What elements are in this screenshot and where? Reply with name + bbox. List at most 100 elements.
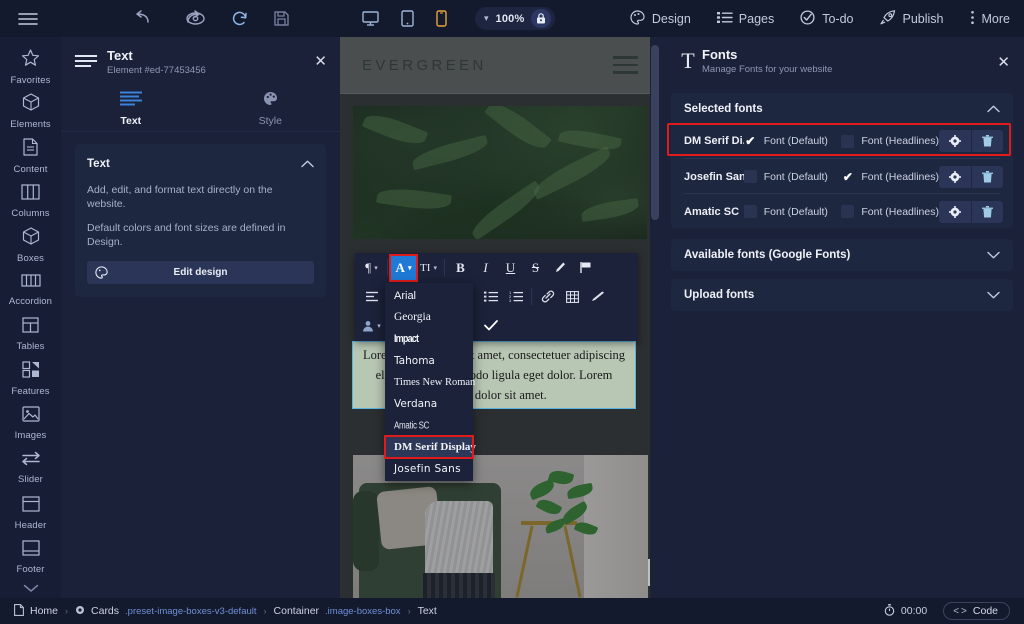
box-icon [22, 227, 40, 250]
sidebar-item-tables[interactable]: Tables [0, 312, 61, 357]
close-icon[interactable]: ✕ [314, 54, 327, 69]
tab-style[interactable]: Style [201, 87, 341, 131]
tablet-icon[interactable] [401, 10, 414, 27]
close-icon[interactable]: ✕ [997, 53, 1010, 71]
font-headlines-checkbox[interactable] [841, 205, 854, 218]
selected-fonts-header[interactable]: Selected fonts [671, 93, 1013, 124]
available-fonts-section[interactable]: Available fonts (Google Fonts) [671, 239, 1013, 271]
table-icon[interactable] [560, 285, 585, 309]
save-disk-icon[interactable] [274, 11, 289, 26]
font-option-times-new-roman[interactable]: Times New Roman [385, 371, 473, 393]
flag-icon[interactable] [573, 256, 598, 280]
sidebar-item-footer[interactable]: Footer [0, 535, 61, 580]
highlighter-icon[interactable] [548, 256, 573, 280]
trash-icon[interactable] [971, 166, 1003, 188]
italic-icon[interactable]: I [473, 256, 498, 280]
default-toggle-group[interactable]: Font (Default) [744, 170, 842, 183]
sidebar-item-boxes[interactable]: Boxes [0, 223, 61, 268]
code-button[interactable]: < > Code [943, 602, 1010, 620]
breadcrumb-label: Cards [91, 605, 119, 617]
mobile-phone-icon[interactable] [436, 10, 447, 27]
chevron-down-icon[interactable] [987, 246, 1000, 264]
monitor-icon[interactable] [362, 11, 379, 26]
link-icon[interactable] [535, 285, 560, 309]
bullet-list-icon[interactable] [478, 285, 503, 309]
lock-icon[interactable] [531, 9, 551, 28]
more-button[interactable]: More [970, 10, 1010, 28]
sidebar-item-header[interactable]: Header [0, 491, 61, 536]
zoom-control[interactable]: ▾ 100% [475, 7, 555, 30]
eraser-icon[interactable] [585, 285, 610, 309]
publish-button[interactable]: Publish [880, 10, 944, 28]
font-option-amatic-sc[interactable]: Amatic SC [385, 415, 473, 437]
available-fonts-header[interactable]: Available fonts (Google Fonts) [671, 239, 1013, 271]
font-headlines-checkbox[interactable] [841, 135, 854, 148]
check-icon[interactable] [478, 314, 503, 338]
font-size-icon[interactable]: TI▾ [416, 256, 441, 280]
breadcrumb-item-text[interactable]: Text [418, 605, 437, 617]
breadcrumb-item-home[interactable]: Home [14, 604, 58, 619]
todo-label: To-do [822, 12, 853, 26]
font-default-checkbox[interactable]: ✔ [744, 135, 757, 148]
paragraph-icon[interactable]: ¶▾ [359, 256, 384, 280]
refresh-icon[interactable] [231, 11, 248, 27]
trash-icon[interactable] [971, 130, 1003, 152]
numbered-list-icon[interactable]: 123 [503, 285, 528, 309]
default-toggle-group[interactable]: ✔ Font (Default) [744, 135, 842, 148]
upload-fonts-section[interactable]: Upload fonts [671, 279, 1013, 311]
undo-arrow-icon[interactable] [134, 12, 151, 25]
todo-button[interactable]: To-do [800, 10, 853, 28]
chevron-up-icon[interactable] [301, 155, 314, 173]
gear-icon[interactable] [939, 166, 971, 188]
font-option-josefin-sans[interactable]: Josefin Sans [385, 458, 473, 480]
breadcrumb-item-container[interactable]: Container .image-boxes-box [274, 605, 401, 617]
sidebar-item-elements[interactable]: Elements [0, 90, 61, 135]
font-option-georgia[interactable]: Georgia [385, 307, 473, 329]
sidebar-item-columns[interactable]: Columns [0, 179, 61, 224]
design-button[interactable]: Design [630, 10, 691, 28]
pages-button[interactable]: Pages [717, 11, 774, 27]
font-family-icon[interactable]: A▾ [391, 256, 416, 280]
underline-icon[interactable]: U [498, 256, 523, 280]
sidebar-item-features[interactable]: Features [0, 357, 61, 402]
gear-icon[interactable] [939, 130, 971, 152]
headlines-toggle-group[interactable]: Font (Headlines) [841, 135, 939, 148]
align-icon[interactable] [359, 285, 384, 309]
font-headlines-checkbox[interactable]: ✔ [841, 170, 854, 183]
headlines-toggle-group[interactable]: Font (Headlines) [841, 205, 939, 218]
bold-icon[interactable]: B [448, 256, 473, 280]
headlines-toggle-group[interactable]: ✔ Font (Headlines) [841, 170, 939, 183]
strikethrough-icon[interactable]: S [523, 256, 548, 280]
chevron-down-icon[interactable] [23, 580, 39, 598]
hamburger-icon[interactable] [613, 56, 638, 74]
scrollbar-thumb[interactable] [651, 45, 659, 220]
upload-fonts-header[interactable]: Upload fonts [671, 279, 1013, 311]
font-default-checkbox[interactable] [744, 205, 757, 218]
trash-icon[interactable] [971, 201, 1003, 223]
sidebar-item-slider[interactable]: Slider [0, 446, 61, 491]
default-toggle-group[interactable]: Font (Default) [744, 205, 842, 218]
gear-icon[interactable] [939, 201, 971, 223]
edit-design-button[interactable]: Edit design [87, 261, 314, 284]
sidebar-item-images[interactable]: Images [0, 402, 61, 447]
breadcrumb-item-cards[interactable]: Cards .preset-image-boxes-v3-default [75, 605, 257, 618]
hamburger-icon[interactable] [18, 12, 38, 26]
chevron-up-icon[interactable] [987, 100, 1000, 118]
sidebar-item-content[interactable]: Content [0, 134, 61, 179]
font-default-checkbox[interactable] [744, 170, 757, 183]
font-option-tahoma[interactable]: Tahoma [385, 350, 473, 372]
sidebar-item-accordion[interactable]: Accordion [0, 268, 61, 313]
chevron-down-icon[interactable] [987, 286, 1000, 304]
font-family-dropdown[interactable]: Arial Georgia Impact Tahoma Times New Ro… [385, 283, 473, 481]
tab-text[interactable]: Text [61, 87, 201, 131]
font-option-dm-serif-display[interactable]: DM Serif Display [385, 436, 473, 458]
font-row-dm-serif-display: DM Serif Di... ✔ Font (Default) Font (He… [671, 124, 1013, 158]
font-option-verdana[interactable]: Verdana [385, 393, 473, 415]
eye-icon[interactable] [186, 12, 205, 25]
canvas-scrollbar[interactable] [650, 37, 660, 598]
card-header[interactable]: Text [87, 155, 314, 173]
person-icon[interactable]: ▾ [359, 314, 384, 338]
font-option-impact[interactable]: Impact [385, 328, 473, 350]
font-option-arial[interactable]: Arial [385, 285, 473, 307]
sidebar-item-favorites[interactable]: Favorites [0, 45, 61, 90]
